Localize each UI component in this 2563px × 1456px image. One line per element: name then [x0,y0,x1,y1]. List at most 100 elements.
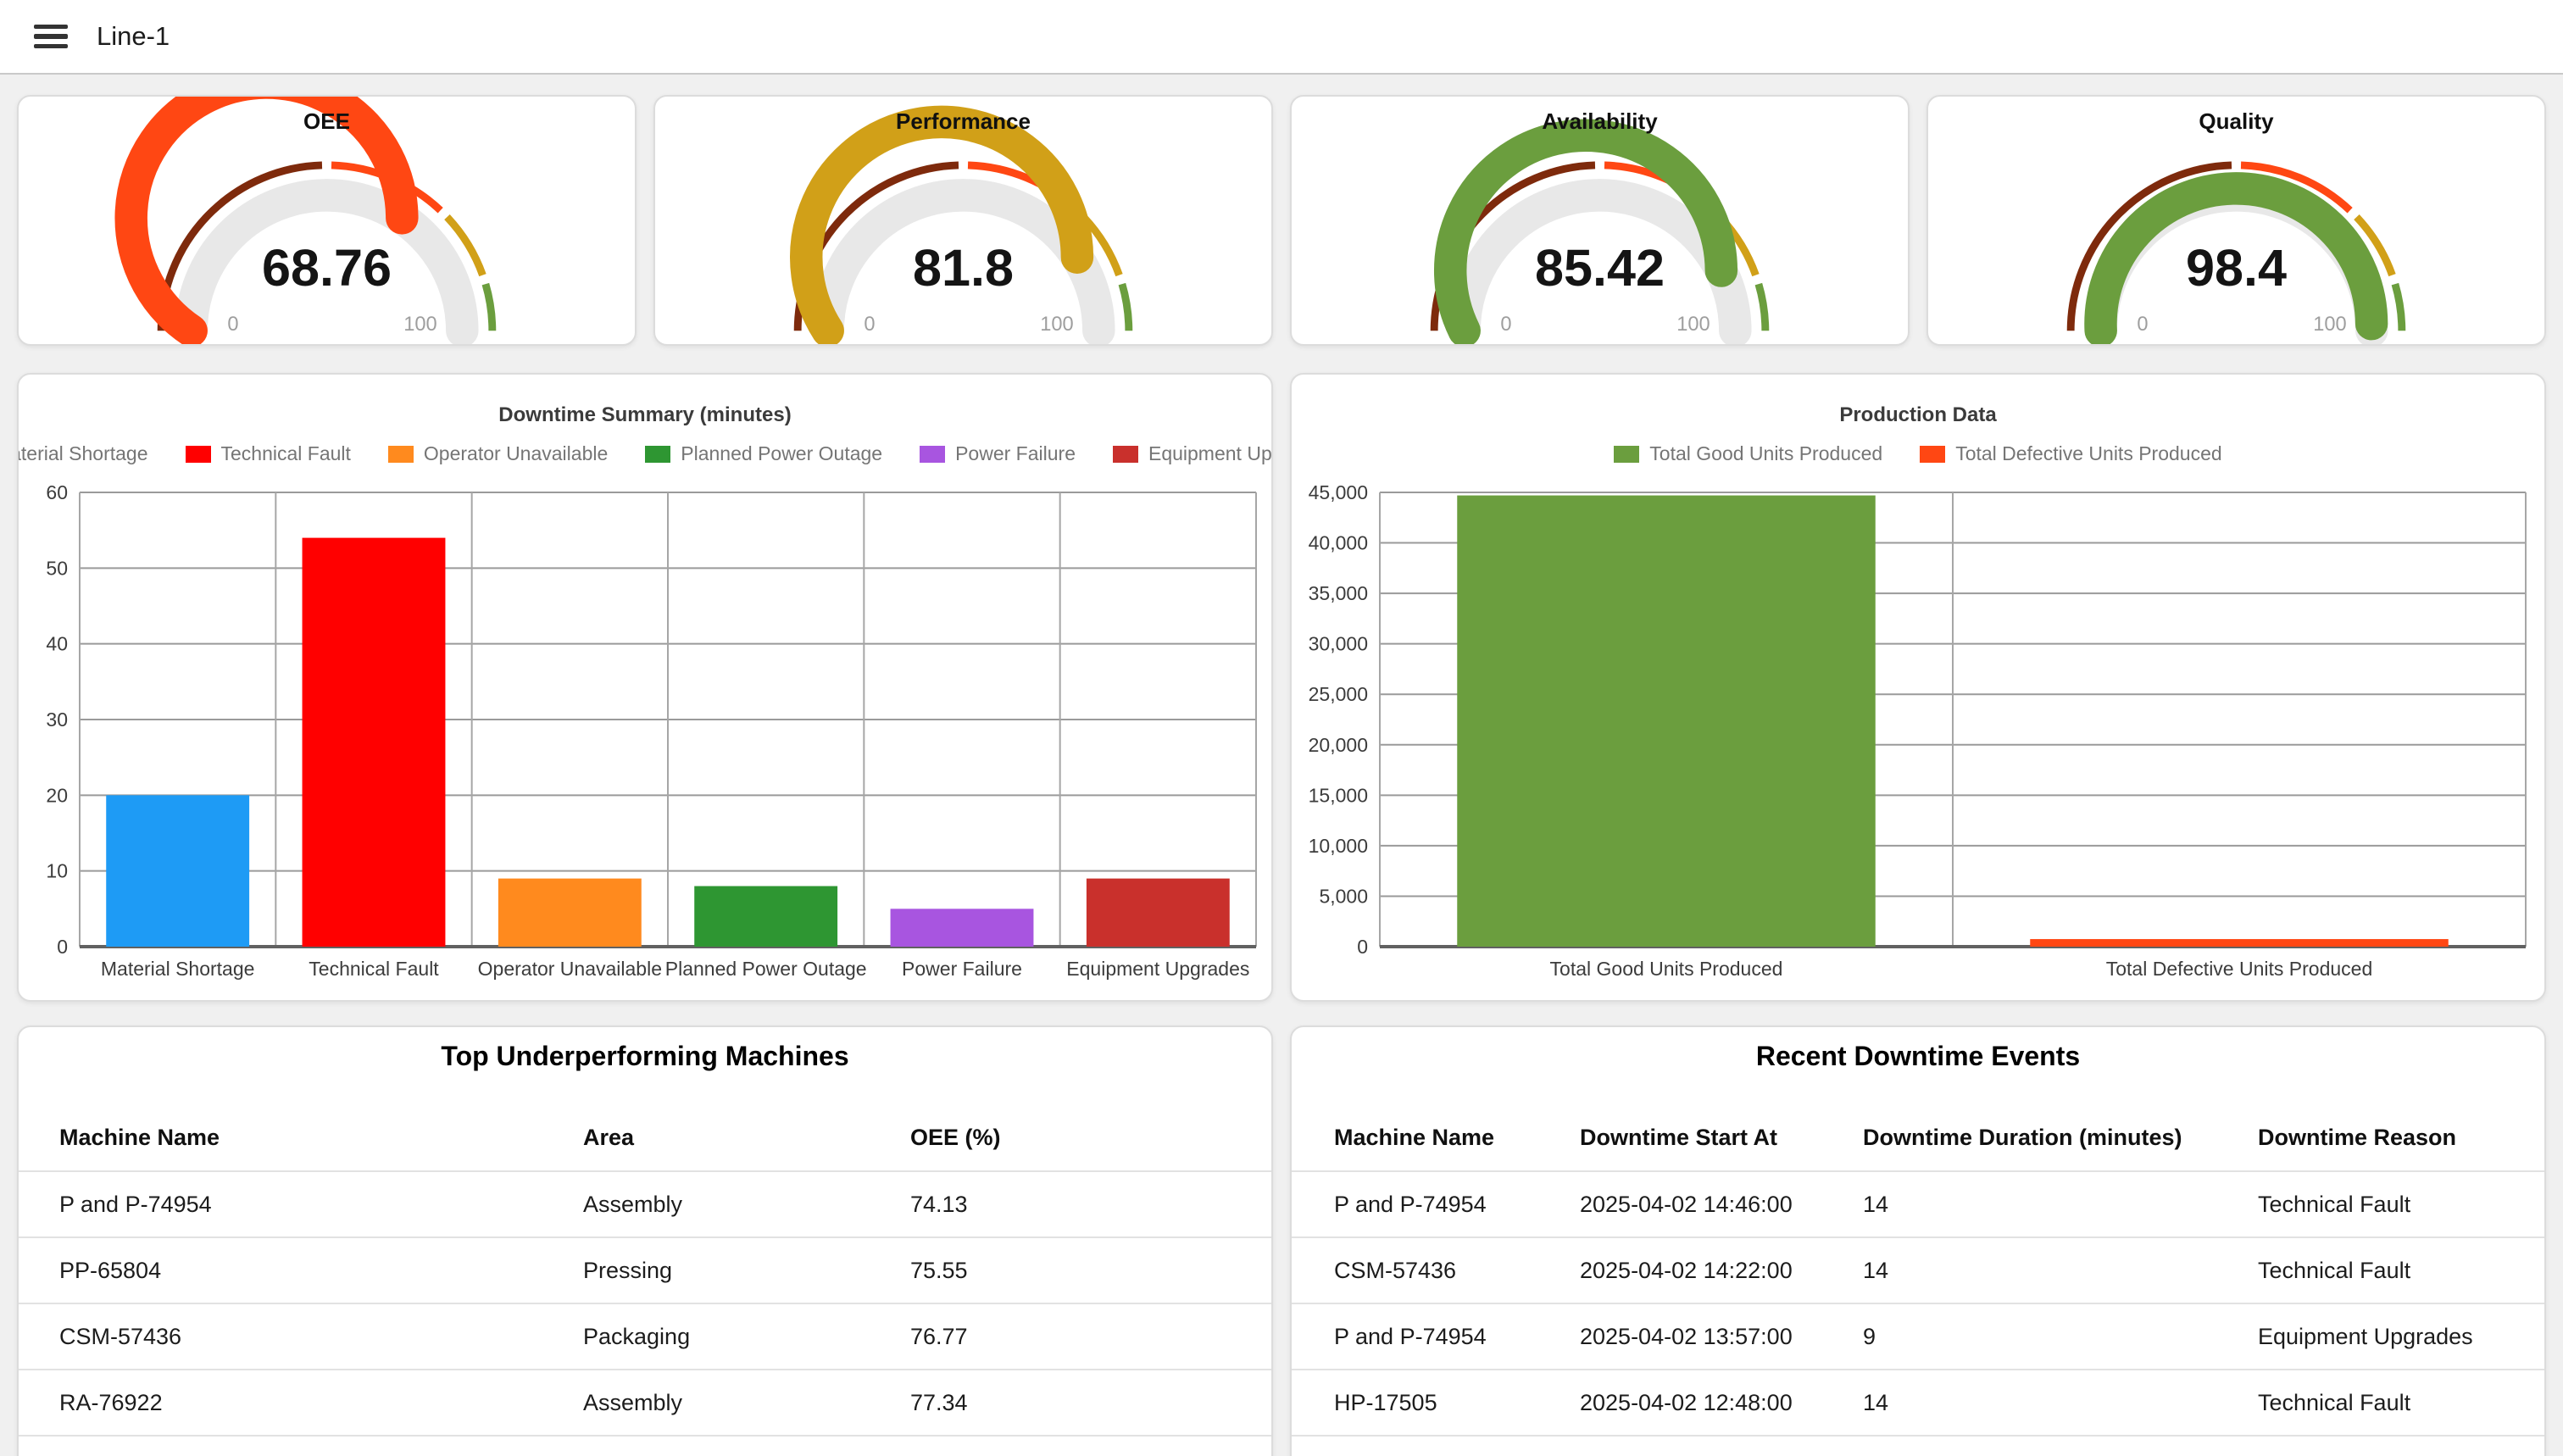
production-data-card: Production Data Total Good Units Produce… [1290,373,2546,1002]
bar-total-defective-units-produced[interactable] [2030,939,2448,947]
cell-area: Pressing [583,1258,910,1284]
cell-machine-name: CSM-57436 [1334,1258,1580,1284]
production-chart-canvas: 05,00010,00015,00020,00025,00030,00035,0… [1292,469,2544,998]
y-tick-label: 40,000 [1309,532,1368,554]
legend-item-operator-unavailable: Operator Unavailable [388,442,608,465]
gauge-row: OEE 68.760100 Performance 81.80100 Avail… [17,95,2546,346]
legend-label: Power Failure [955,442,1076,465]
legend-item-technical-fault: Technical Fault [186,442,351,465]
y-tick-label: 45,000 [1309,481,1368,503]
gauge-value: 81.8 [913,239,1014,297]
gauge-band [2395,284,2402,331]
x-category-label: Power Failure [902,958,1022,980]
table-header-row: Machine NameDowntime Start AtDowntime Du… [1292,1104,2544,1172]
cell-oee-: 75.55 [910,1258,1271,1284]
bar-equipment-upgrades[interactable] [1087,879,1230,947]
bar-power-failure[interactable] [891,909,1034,947]
gauge-value: 98.4 [2186,239,2287,297]
cell-machine-name: P and P-74954 [59,1192,583,1218]
hamburger-menu-icon[interactable] [34,25,68,48]
cell-area: Assembly [583,1192,910,1218]
cell-downtime-duration-minutes-: 14 [1863,1390,2258,1416]
y-tick-label: 10 [46,860,68,882]
cell-oee-: 77.34 [910,1390,1271,1416]
y-tick-label: 0 [1357,936,1368,958]
gauge-title: Availability [1292,108,1908,135]
underperforming-machines-card: Top Underperforming Machines Machine Nam… [17,1025,1273,1456]
y-tick-label: 60 [46,481,68,503]
gauge-band [486,284,492,331]
page-title: Line-1 [97,21,170,52]
gauge-min-label: 0 [227,314,238,336]
gauge-card-quality: Quality 98.40100 [1926,95,2546,346]
legend-item-planned-power-outage: Planned Power Outage [645,442,882,465]
x-category-label: Total Defective Units Produced [2106,958,2373,980]
production-legend: Total Good Units Produced Total Defective… [1292,442,2544,465]
hamburger-bar [34,44,68,48]
downtime-legend: Material ShortageTechnical FaultOperator… [19,442,1271,465]
legend-chip [920,446,945,463]
underperforming-machines-table: Machine NameAreaOEE (%)P and P-74954Asse… [19,1104,1271,1437]
y-tick-label: 15,000 [1309,784,1368,806]
y-tick-label: 0 [57,936,68,958]
cell-machine-name: CSM-57436 [59,1324,583,1350]
table-row: PP-65804Pressing75.55 [19,1238,1271,1304]
downtime-chart-canvas: 0102030405060Material ShortageTechnical … [19,469,1273,998]
legend-item-power-failure: Power Failure [920,442,1076,465]
cell-machine-name: P and P-74954 [1334,1324,1580,1350]
y-tick-label: 20,000 [1309,734,1368,756]
gauge-title: Quality [1928,108,2544,135]
y-tick-label: 30,000 [1309,633,1368,655]
table-row: Top Underperforming Machines Machine Nam… [17,1025,2546,1456]
legend-label: Equipment Upgrades [1148,442,1273,465]
x-category-label: Operator Unavailable [478,958,662,980]
gauge-max-label: 100 [1676,314,1710,336]
cell-downtime-start-at: 2025-04-02 14:46:00 [1580,1192,1863,1218]
cell-area: Packaging [583,1324,910,1350]
bar-material-shortage[interactable] [106,795,249,947]
y-tick-label: 30 [46,709,68,731]
cell-downtime-duration-minutes-: 9 [1863,1324,2258,1350]
legend-chip [1920,446,1945,463]
column-header-area: Area [583,1125,910,1151]
legend-chip [388,446,414,463]
bar-total-good-units-produced[interactable] [1457,496,1875,947]
legend-item-total-defective-units-produced: Total Defective Units Produced [1920,442,2222,465]
legend-label: Planned Power Outage [681,442,882,465]
legend-chip [1614,446,1639,463]
recent-downtime-events-card: Recent Downtime Events Machine NameDownt… [1290,1025,2546,1456]
legend-chip [645,446,670,463]
bar-technical-fault[interactable] [303,538,446,947]
y-tick-label: 10,000 [1309,835,1368,857]
y-tick-label: 50 [46,557,68,579]
cell-oee-: 76.77 [910,1324,1271,1350]
app-header: Line-1 [0,0,2563,75]
y-tick-label: 5,000 [1319,885,1368,907]
gauge-max-label: 100 [1040,314,1073,336]
bar-planned-power-outage[interactable] [694,886,837,947]
cell-downtime-start-at: 2025-04-02 12:48:00 [1580,1390,1863,1416]
cell-machine-name: PP-65804 [59,1258,583,1284]
y-tick-label: 20 [46,784,68,806]
gauge-title: OEE [19,108,635,135]
gauge-band [1759,284,1765,331]
recent-downtime-events-table: Machine NameDowntime Start AtDowntime Du… [1292,1104,2544,1437]
chart-title: Downtime Summary (minutes) [19,403,1271,427]
cell-downtime-reason: Technical Fault [2258,1390,2544,1416]
table-row: CSM-574362025-04-02 14:22:0014Technical … [1292,1238,2544,1304]
legend-label: Total Good Units Produced [1649,442,1882,465]
cell-downtime-start-at: 2025-04-02 13:57:00 [1580,1324,1863,1350]
bar-operator-unavailable[interactable] [498,879,642,947]
gauge-value: 85.42 [1535,239,1665,297]
y-tick-label: 25,000 [1309,683,1368,705]
gauge-min-label: 0 [2137,314,2148,336]
gauge-card-availability: Availability 85.420100 [1290,95,1910,346]
legend-item-equipment-upgrades: Equipment Upgrades [1113,442,1273,465]
table-row: P and P-749542025-04-02 14:46:0014Techni… [1292,1172,2544,1238]
table-title: Top Underperforming Machines [19,1041,1271,1072]
cell-downtime-reason: Technical Fault [2258,1192,2544,1218]
legend-label: Operator Unavailable [424,442,608,465]
gauge-min-label: 0 [864,314,875,336]
legend-label: Technical Fault [221,442,351,465]
gauge-value: 68.76 [262,239,392,297]
